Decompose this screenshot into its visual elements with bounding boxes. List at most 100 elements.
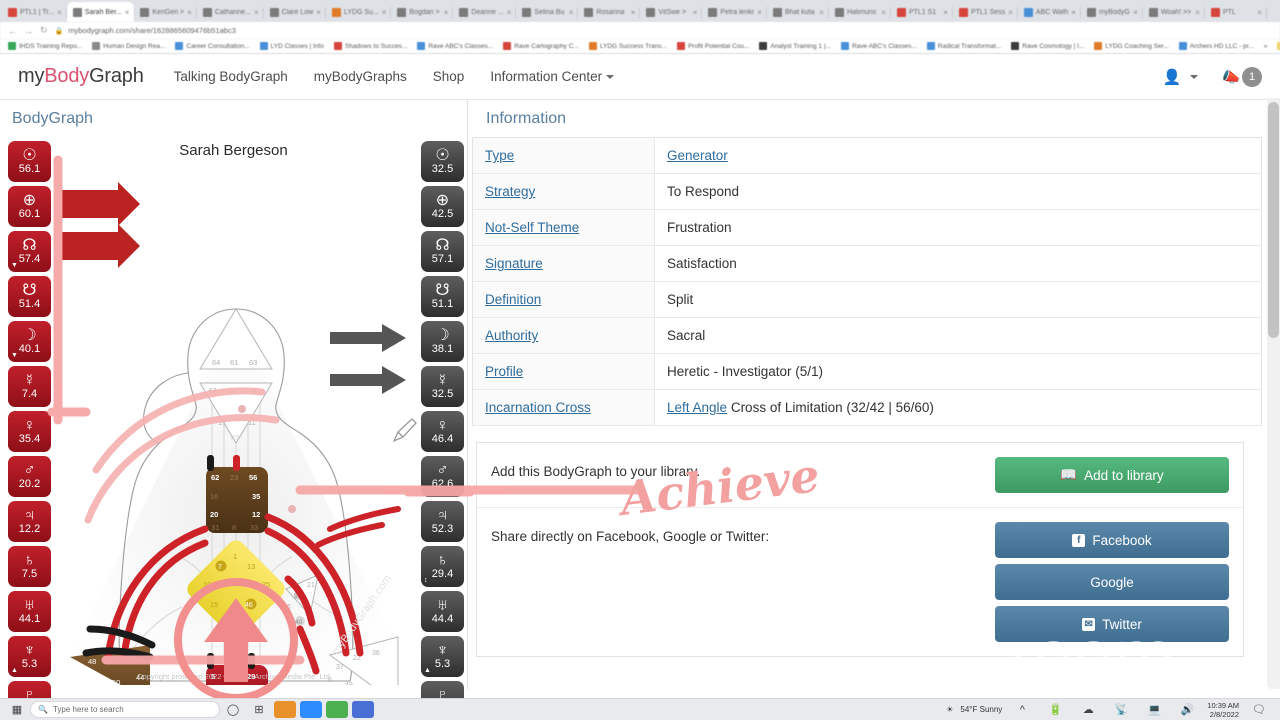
bookmark-item[interactable]: Other bookmarks <box>1272 42 1280 50</box>
browser-tab[interactable]: PTL1 Sess × <box>952 2 1018 22</box>
taskbar-app-m[interactable] <box>352 701 374 718</box>
browser-tab[interactable]: PTL1 S1 × <box>890 2 953 22</box>
action-center-icon[interactable]: 🗨 <box>1246 703 1272 716</box>
bookmark-item[interactable]: Rave ABC's Classes... <box>412 42 498 50</box>
bookmark-item[interactable]: Human Design Rea... <box>87 42 170 50</box>
browser-tab[interactable]: PTL1 | Tr... × <box>2 2 67 22</box>
bookmark-item[interactable]: Radical Transformat... <box>922 42 1007 50</box>
weather-text[interactable]: 54°F Sunny <box>960 705 1002 714</box>
twitter-share-button[interactable]: ✉ Twitter <box>995 606 1229 642</box>
tab-strip[interactable]: PTL1 | Tr... × Sarah Ber... × KenGen > × Catha… <box>0 0 1280 22</box>
tab-close-icon[interactable]: × <box>316 8 321 17</box>
bookmarks-bar[interactable]: IHDS Training Repo... Human Design Rea...… <box>0 39 1280 54</box>
start-button[interactable]: ▦ <box>4 703 30 716</box>
browser-tab[interactable]: Petra lenkr × <box>702 2 767 22</box>
table-key-link[interactable]: Incarnation Cross <box>485 400 591 415</box>
table-key-link[interactable]: Strategy <box>485 184 535 199</box>
tray-expand-icon[interactable]: ^ <box>1009 704 1035 716</box>
table-value-link[interactable]: Left Angle <box>667 400 727 415</box>
tab-close-icon[interactable]: × <box>693 8 698 17</box>
tab-close-icon[interactable]: × <box>757 8 762 17</box>
browser-tab[interactable]: VitSwe > × <box>640 2 703 22</box>
browser-tab[interactable]: ABC Wath × <box>1017 2 1082 22</box>
bookmark-item[interactable]: LYDG Success Trans... <box>584 42 672 50</box>
browser-tab[interactable]: KenGen > × <box>134 2 198 22</box>
tab-close-icon[interactable]: × <box>881 8 886 17</box>
url-bar[interactable]: 🔒 mybodygraph.com/share/1628865609476b51… <box>55 26 1272 35</box>
browser-tab[interactable]: Deanne ... × <box>453 2 517 22</box>
table-key-link[interactable]: Definition <box>485 292 541 307</box>
planet-badge[interactable]: ☊ 57.1 <box>421 231 464 272</box>
tab-close-icon[interactable]: × <box>507 8 512 17</box>
tab-close-icon[interactable]: × <box>254 8 259 17</box>
planet-badge[interactable]: ♃ 12.2 <box>8 501 51 542</box>
browser-tab[interactable]: LYDG Su... × <box>325 2 392 22</box>
planet-badge[interactable]: ☽ 38.1 <box>421 321 464 362</box>
tab-close-icon[interactable]: × <box>444 8 449 17</box>
browser-tab[interactable]: Selina Bu × <box>516 2 579 22</box>
planet-badge[interactable]: ☿ 32.5 <box>421 366 464 407</box>
taskbar-clock[interactable]: 10:39 AM 2/8/2022 <box>1207 701 1239 719</box>
nav-mybodygraphs[interactable]: myBodyGraphs <box>314 69 407 84</box>
page-scrollbar[interactable] <box>1267 98 1280 687</box>
table-key-link[interactable]: Profile <box>485 364 523 379</box>
browser-tab[interactable]: Rosanna × <box>578 2 641 22</box>
planet-badge[interactable]: ☉ 32.5 <box>421 141 464 182</box>
forward-icon[interactable]: → <box>24 26 33 36</box>
planet-badge[interactable]: ♆ 5.3 ▲ <box>421 636 464 677</box>
google-share-button[interactable]: Google <box>995 564 1229 600</box>
planet-badge[interactable]: ☊ 57.4 ▼ <box>8 231 51 272</box>
tab-close-icon[interactable]: × <box>125 8 130 17</box>
announcements-button[interactable]: 📣 1 <box>1222 66 1262 87</box>
planet-badge[interactable]: ♄ 7.5 <box>8 546 51 587</box>
tab-close-icon[interactable]: × <box>1257 8 1262 17</box>
planet-badge[interactable]: ♂ 20.2 <box>8 456 51 497</box>
tab-close-icon[interactable]: × <box>631 8 636 17</box>
taskbar-search[interactable]: 🔍 Type here to search <box>30 701 220 718</box>
taskbar-app-zoom[interactable] <box>300 701 322 718</box>
tab-close-icon[interactable]: × <box>1133 8 1138 17</box>
table-key-link[interactable]: Type <box>485 148 514 163</box>
add-to-library-button[interactable]: 📖 Add to library <box>995 457 1229 493</box>
network-icon[interactable]: 📡 <box>1108 703 1134 716</box>
bookmarks-overflow-button[interactable]: » <box>1259 43 1273 50</box>
facebook-share-button[interactable]: f Facebook <box>995 522 1229 558</box>
bodygraph-chart[interactable]: Sarah Bergeson 64 61 63 47 24 4 17 11 43… <box>0 137 467 720</box>
bookmark-item[interactable]: Rave Cosmology | I... <box>1006 42 1089 50</box>
taskbar-app-1[interactable] <box>274 701 296 718</box>
tab-close-icon[interactable]: × <box>1008 8 1013 17</box>
planet-badge[interactable]: ☋ 51.1 <box>421 276 464 317</box>
back-icon[interactable]: ← <box>8 26 17 36</box>
planet-badge[interactable]: ♀ 35.4 <box>8 411 51 452</box>
browser-tab[interactable]: Bogdan > × <box>391 2 454 22</box>
bookmark-item[interactable]: IHDS Training Repo... <box>3 42 87 50</box>
planet-badge[interactable]: ♀ 46.4 <box>421 411 464 452</box>
browser-tab[interactable]: Sarah Ber... × <box>66 2 135 22</box>
planet-badge[interactable]: ♂ 62.6 <box>421 456 464 497</box>
volume-icon[interactable]: 🔊 <box>1174 703 1200 716</box>
tab-close-icon[interactable]: × <box>1071 8 1076 17</box>
planet-badge[interactable]: ⊕ 60.1 <box>8 186 51 227</box>
tab-close-icon[interactable]: × <box>57 8 62 17</box>
table-key-link[interactable]: Authority <box>485 328 538 343</box>
account-menu[interactable]: 👤 <box>1163 68 1199 86</box>
display-icon[interactable]: 💻 <box>1141 703 1167 716</box>
onedrive-icon[interactable]: ☁ <box>1075 703 1101 716</box>
bookmark-item[interactable]: LYD Classes | Info <box>255 42 329 50</box>
bookmark-item[interactable]: Analyst Training 1 |... <box>754 42 836 50</box>
planet-badge[interactable]: ♅ 44.4 <box>421 591 464 632</box>
bookmark-item[interactable]: Rave Cartography C... <box>498 42 584 50</box>
table-key-link[interactable]: Not-Self Theme <box>485 220 579 235</box>
bookmark-item[interactable]: Shadows to Succes... <box>329 42 413 50</box>
planet-badge[interactable]: ♃ 52.3 <box>421 501 464 542</box>
design-planet-column[interactable]: ☉ 56.1 ⊕ 60.1 ☊ 57.4 ▼ ☋ 51.4 ☽ 40.1 ▼ ☿ 7.4 ♀ 35.4 ♂ 20.… <box>8 141 51 720</box>
planet-badge[interactable]: ☽ 40.1 ▼ <box>8 321 51 362</box>
planet-badge[interactable]: ☉ 56.1 <box>8 141 51 182</box>
table-value-link[interactable]: Generator <box>667 148 728 163</box>
nav-talking-bodygraph[interactable]: Talking BodyGraph <box>174 69 288 84</box>
bookmark-item[interactable]: Profit Potential Cou... <box>672 42 754 50</box>
tab-close-icon[interactable]: × <box>569 8 574 17</box>
table-key-link[interactable]: Signature <box>485 256 543 271</box>
browser-tab[interactable]: myBodyG × <box>1080 2 1143 22</box>
bookmark-item[interactable]: Career Consultation... <box>170 42 254 50</box>
